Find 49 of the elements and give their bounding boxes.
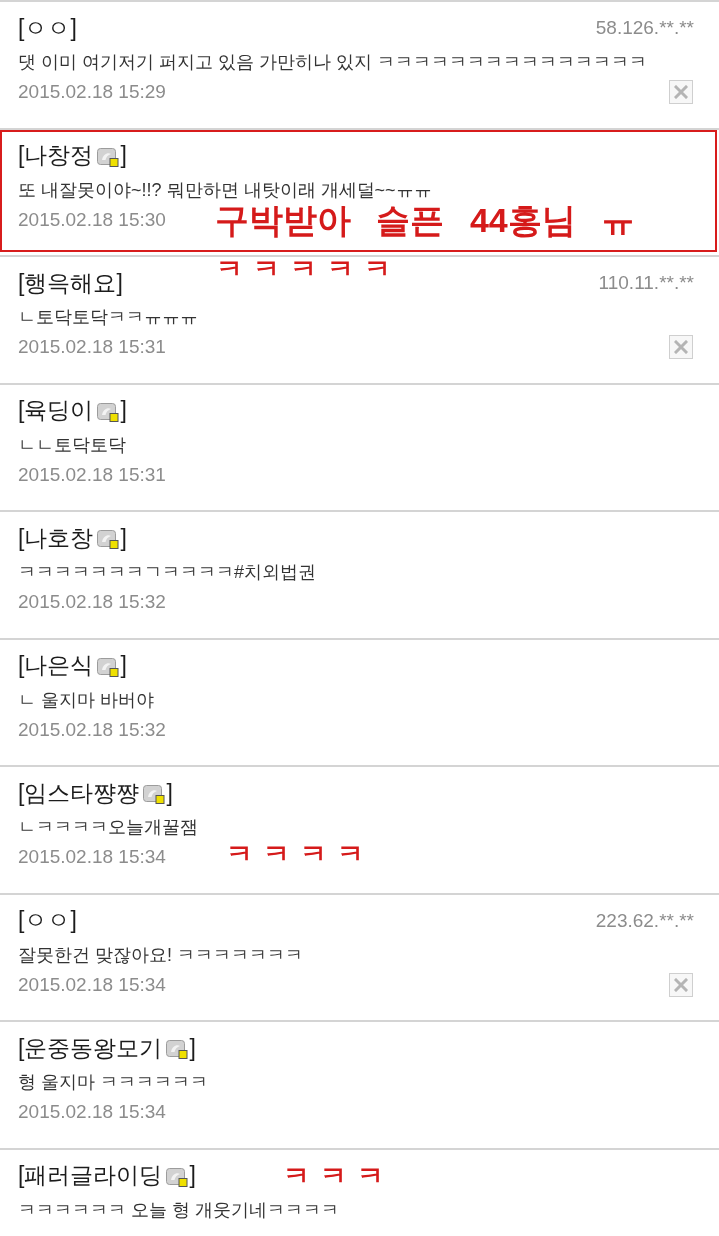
name-bracket: ] xyxy=(120,142,127,169)
comment-text: ㄴㅋㅋㅋㅋ오늘개꿀잼 xyxy=(18,816,199,839)
commenter-name: [나호창 xyxy=(18,523,94,553)
delete-button[interactable] xyxy=(669,972,693,997)
name-bracket: ] xyxy=(120,524,127,552)
commenter-name: [ㅇㅇ] xyxy=(18,906,77,935)
handwritten-note: ㅋㅋㅋㅋ xyxy=(226,841,374,868)
close-icon xyxy=(674,85,688,99)
comment-text: ㄴ 울지마 바버야 xyxy=(18,688,155,712)
comment-date: 2015.02.18 15:32 xyxy=(18,591,166,613)
handwritten-note: 구박받아 슬픈 44홍님 ㅠ xyxy=(215,203,636,237)
comment-date: 2015.02.18 15:29 xyxy=(18,81,166,103)
comment-text: ㄴ토닥토닥ㅋㅋㅠㅠㅠ xyxy=(18,306,199,329)
comment-text: 잘못한건 맞잖아요! ㅋㅋㅋㅋㅋㅋㅋ xyxy=(18,943,304,967)
commenter-name: [육딩이 xyxy=(18,396,94,425)
commenter-name: [나은식 xyxy=(18,651,94,680)
comment-date: 2015.02.18 15:31 xyxy=(18,463,166,486)
comment-date: 2015.02.18 15:32 xyxy=(18,718,166,741)
close-icon xyxy=(674,340,688,354)
name-bracket: ] xyxy=(166,779,173,807)
comment-date: 2015.02.18 15:34 xyxy=(18,973,166,996)
comment-date: 2015.02.18 15:34 xyxy=(18,846,166,868)
name-bracket: ] xyxy=(120,397,127,424)
comment-date: 2015.02.18 15:31 xyxy=(18,336,166,358)
close-icon xyxy=(674,977,688,992)
comment-date: 2015.02.18 15:34 xyxy=(18,1101,166,1123)
ip-address: 223.62.**.** xyxy=(595,909,694,932)
comment-text: ㄴㄴ토닥토닥 xyxy=(18,433,127,457)
commenter-name: [ㅇㅇ] xyxy=(18,13,77,43)
commenter-name: [패러글라이딩 xyxy=(18,1161,163,1190)
commenter-name: [행윽해요] xyxy=(18,268,123,298)
delete-button[interactable] xyxy=(669,335,693,359)
handwritten-note: ㅋㅋㅋ xyxy=(283,1163,394,1190)
comment-text: 댓 이미 여기저기 퍼지고 있음 가만히나 있지 ㅋㅋㅋㅋㅋㅋㅋㅋㅋㅋㅋㅋㅋㅋㅋ xyxy=(18,51,648,74)
comment-date: 2015.02.18 15:30 xyxy=(18,208,166,231)
handwritten-note: ㅋㅋㅋㅋㅋ xyxy=(216,256,401,283)
commenter-name: [나창정 xyxy=(18,141,94,170)
comment-text: 형 울지마 ㅋㅋㅋㅋㅋㅋ xyxy=(18,1071,209,1094)
ip-address: 58.126.**.** xyxy=(595,17,694,39)
delete-button[interactable] xyxy=(669,80,693,104)
name-bracket: ] xyxy=(189,1034,196,1062)
comment-text: ㅋㅋㅋㅋㅋㅋ 오늘 형 개웃기네ㅋㅋㅋㅋ xyxy=(18,1198,340,1222)
ip-address: 110.11.**.** xyxy=(598,272,694,294)
comment-text: 또 내잘못이야~!!? 뭐만하면 내탓이래 개세덜~~ㅠㅠ xyxy=(18,178,433,202)
name-bracket: ] xyxy=(120,652,127,679)
commenter-name: [임스타쨩쨩 xyxy=(18,778,140,808)
comment-text: ㅋㅋㅋㅋㅋㅋㅋㄱㅋㅋㅋㅋ#치외법권 xyxy=(18,561,317,584)
commenter-name: [운중동왕모기 xyxy=(18,1033,163,1063)
name-bracket: ] xyxy=(189,1162,196,1189)
